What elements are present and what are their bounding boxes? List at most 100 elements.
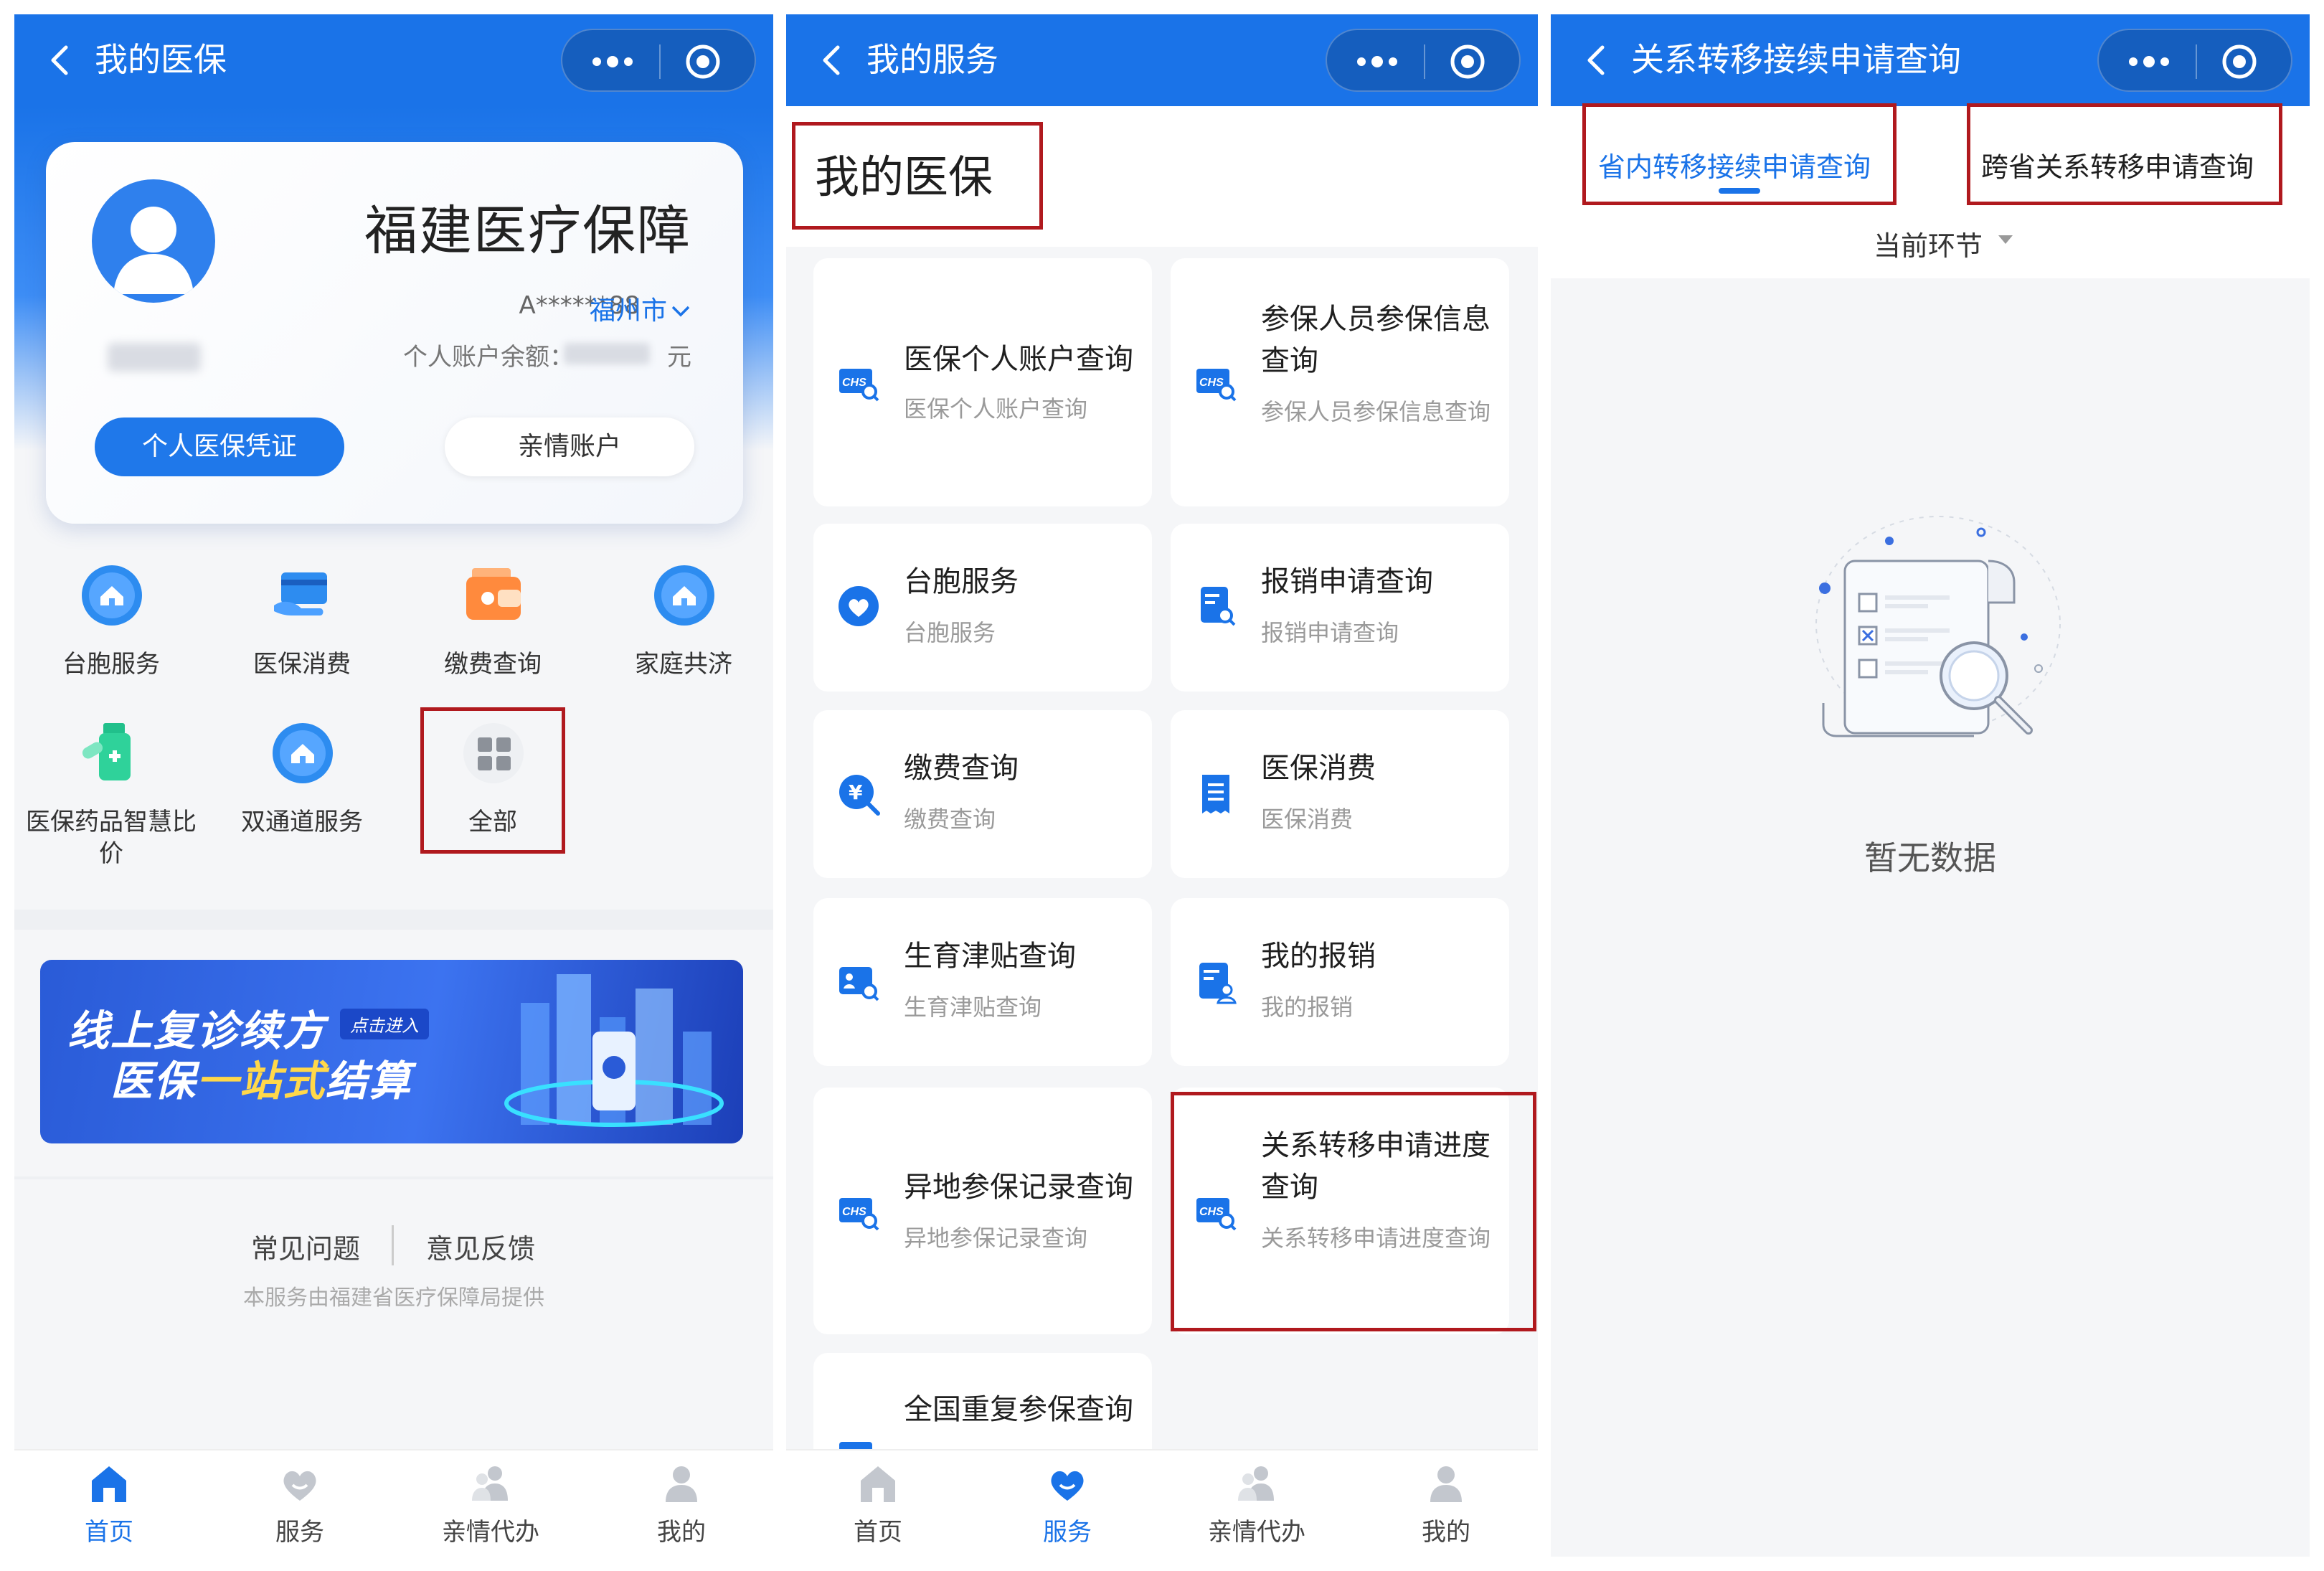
service-card[interactable]: CHS 医保个人账户查询 医保个人账户查询 <box>813 258 1152 506</box>
tab-home[interactable]: 首页 <box>37 1461 181 1554</box>
medical-voucher-button[interactable]: 个人医保凭证 <box>95 417 344 476</box>
highlight-intra-tab-box <box>1582 103 1896 205</box>
title-bar: 我的服务 <box>786 14 1538 106</box>
more-icon[interactable] <box>584 46 641 77</box>
more-icon[interactable] <box>1348 46 1406 77</box>
home-icon <box>82 565 142 626</box>
receipt-icon <box>1202 775 1229 813</box>
service-title: 报销申请查询 <box>1261 565 1433 598</box>
footer-links: 常见问题 意见反馈 <box>14 1219 773 1270</box>
transfer-query-screen: 关系转移接续申请查询 省内转移接续申请查询 跨省关系转移申请查询 当前环节 暂无… <box>1551 14 2310 1557</box>
tab-family-proxy[interactable]: 亲情代办 <box>1185 1461 1328 1554</box>
family-account-button[interactable]: 亲情账户 <box>445 417 694 476</box>
page-title: 我的医保 <box>95 40 227 79</box>
tab-label: 首页 <box>854 1518 902 1547</box>
stage-filter[interactable]: 当前环节 <box>1874 224 1983 263</box>
more-icon[interactable] <box>2120 46 2178 77</box>
service-card[interactable]: 我的报销 我的报销 <box>1171 898 1509 1066</box>
close-target-icon[interactable] <box>2221 43 2258 80</box>
faq-link[interactable]: 常见问题 <box>251 1227 360 1266</box>
svg-text:CHS: CHS <box>1199 377 1224 389</box>
heart-hands-icon <box>283 1471 316 1501</box>
service-subtitle: 台胞服务 <box>904 619 996 646</box>
service-subtitle: 医保消费 <box>1261 806 1354 833</box>
my-insurance-screen: 我的医保 福建医疗保障 A******88 福州市 个人账户余额：元 个人医保凭… <box>14 14 773 1557</box>
tab-label: 服务 <box>275 1518 324 1547</box>
service-subtitle: 参保人员参保信息查询 <box>1261 398 1491 425</box>
user-icon <box>666 1466 697 1502</box>
my-services-screen: 我的服务 我的医保 CHS 医保个人账户查询 医保个人账户查询 CHS 参保人员… <box>786 14 1538 1557</box>
service-card[interactable]: 报销申请查询 报销申请查询 <box>1171 524 1509 692</box>
mini-program-capsule <box>2097 29 2292 92</box>
grid-label: 双通道服务 <box>241 808 363 836</box>
promo-banner[interactable]: 线上复诊续方 点击进入 医保一站式结算 <box>40 960 743 1143</box>
back-icon[interactable] <box>813 40 854 80</box>
heart-hands-icon <box>1051 1471 1084 1501</box>
footer-divider <box>392 1225 394 1265</box>
card-title: 福建医疗保障 <box>364 200 691 262</box>
tab-service[interactable]: 服务 <box>996 1461 1139 1554</box>
grid-item-payment-query[interactable]: 缴费查询 <box>403 562 582 713</box>
city-label: 福州市 <box>589 296 667 326</box>
home-tab-icon <box>92 1466 126 1502</box>
home-icon <box>273 723 333 783</box>
mini-program-capsule <box>561 29 756 92</box>
service-card[interactable]: ¥ 缴费查询 缴费查询 <box>813 710 1152 878</box>
tab-mine[interactable]: 我的 <box>1374 1461 1518 1554</box>
svg-text:CHS: CHS <box>842 377 866 389</box>
service-card[interactable]: CHS 异地参保记录查询 异地参保记录查询 <box>813 1088 1152 1334</box>
banner-text: 结算 <box>326 1057 412 1105</box>
tab-label: 亲情代办 <box>442 1518 539 1547</box>
service-subtitle: 生育津贴查询 <box>904 994 1042 1021</box>
provider-note: 本服务由福建省医疗保障局提供 <box>243 1285 544 1311</box>
section-divider <box>14 1176 773 1179</box>
tab-home[interactable]: 首页 <box>806 1461 950 1554</box>
home-tab-icon <box>861 1466 895 1502</box>
city-selector[interactable]: 福州市 <box>590 290 691 327</box>
dropdown-arrow-icon[interactable] <box>1998 235 2013 244</box>
empty-state-text: 暂无数据 <box>1864 839 1996 877</box>
chs-search-icon: CHS <box>839 1198 879 1231</box>
bottom-tab-bar: 首页 服务 亲情代办 我的 <box>786 1449 1538 1557</box>
banner-text-highlight: 一站式 <box>197 1057 326 1105</box>
service-card[interactable]: 生育津贴查询 生育津贴查询 <box>813 898 1152 1066</box>
service-title: 全国重复参保查询 <box>904 1393 1133 1426</box>
yuan-search-icon: ¥ <box>839 775 880 816</box>
service-title: 参保人员参保信息查询 <box>1261 303 1491 377</box>
grid-item-taiwan-service[interactable]: 台胞服务 <box>22 562 201 713</box>
back-icon[interactable] <box>1578 40 1618 80</box>
page-title: 关系转移接续申请查询 <box>1631 40 1961 79</box>
user-silhouette-icon <box>113 207 194 294</box>
tab-family-proxy[interactable]: 亲情代办 <box>419 1461 562 1554</box>
back-icon[interactable] <box>42 40 82 80</box>
highlight-cross-tab-box <box>1967 103 2282 205</box>
document-search-icon <box>1201 587 1236 626</box>
grid-item-family-sharing[interactable]: 家庭共济 <box>594 562 773 713</box>
wallet-icon <box>466 568 521 620</box>
close-target-icon[interactable] <box>1449 43 1486 80</box>
service-subtitle: 报销申请查询 <box>1261 619 1399 646</box>
service-title: 医保消费 <box>1261 752 1376 785</box>
banner-line2: 医保一站式结算 <box>110 1047 412 1108</box>
service-card[interactable]: 医保消费 医保消费 <box>1171 710 1509 878</box>
grid-item-dual-channel-service[interactable]: 双通道服务 <box>212 720 392 871</box>
service-subtitle: 医保个人账户查询 <box>904 395 1088 423</box>
service-subtitle: 我的报销 <box>1261 994 1354 1021</box>
service-card[interactable]: 台胞服务 台胞服务 <box>813 524 1152 692</box>
close-target-icon[interactable] <box>684 43 722 80</box>
avatar[interactable] <box>92 179 215 303</box>
service-title: 我的报销 <box>1261 940 1376 973</box>
feedback-link[interactable]: 意见反馈 <box>426 1227 535 1266</box>
medicine-icon <box>82 723 131 780</box>
tab-mine[interactable]: 我的 <box>610 1461 753 1554</box>
mini-program-capsule <box>1326 29 1521 92</box>
page-title: 我的服务 <box>866 40 998 79</box>
tab-label: 服务 <box>1043 1518 1092 1547</box>
grid-item-drug-price-compare[interactable]: 医保药品智慧比价 <box>22 720 201 871</box>
tab-label: 我的 <box>657 1518 706 1547</box>
balance-label: 个人账户余额： <box>403 343 574 372</box>
tab-service[interactable]: 服务 <box>228 1461 372 1554</box>
service-title: 异地参保记录查询 <box>904 1171 1133 1204</box>
service-card[interactable]: CHS 参保人员参保信息查询 参保人员参保信息查询 <box>1171 258 1509 506</box>
grid-item-insurance-consumption[interactable]: 医保消费 <box>212 562 392 713</box>
